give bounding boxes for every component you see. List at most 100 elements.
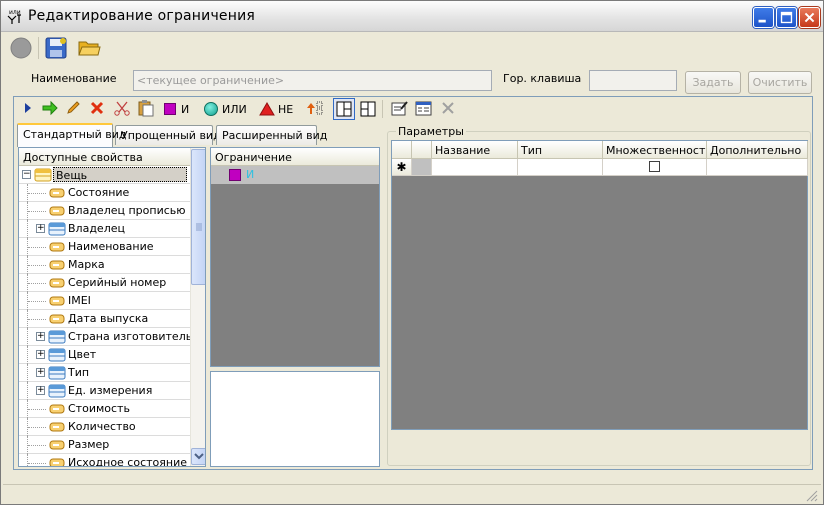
grip-icon: [196, 223, 202, 231]
tree-root-item[interactable]: − Вещь: [19, 166, 190, 184]
tree-item[interactable]: Владелец прописью: [19, 202, 190, 220]
toolbar-separator: [38, 37, 39, 59]
type-cell[interactable]: [518, 159, 603, 176]
move-up-icon[interactable]: [306, 100, 324, 117]
column-header-additional[interactable]: Дополнительно: [707, 141, 808, 159]
tree-item[interactable]: + Цвет: [19, 346, 190, 364]
record-icon[interactable]: [9, 36, 33, 60]
resize-grip-icon[interactable]: [805, 489, 818, 502]
split-vertical-icon[interactable]: [359, 100, 377, 118]
tree-item-label: Состояние: [68, 186, 130, 199]
expand-icon[interactable]: +: [36, 350, 45, 359]
tree-item[interactable]: Дата выпуска: [19, 310, 190, 328]
tab-label: Расширенный вид: [222, 129, 328, 142]
pencil-icon[interactable]: [65, 100, 81, 116]
field-icon: [49, 278, 65, 288]
tree-item-label: Марка: [68, 258, 105, 271]
clear-button[interactable]: Очистить: [748, 71, 812, 94]
edit-params-icon[interactable]: [391, 100, 409, 117]
expand-icon[interactable]: +: [36, 386, 45, 395]
title-bar: или Редактирование ограничения: [1, 1, 823, 32]
column-header-name[interactable]: Название: [432, 141, 518, 159]
tree-item[interactable]: Количество: [19, 418, 190, 436]
tree-item[interactable]: IMEI: [19, 292, 190, 310]
app-icon: или: [7, 9, 21, 24]
and-operator-button[interactable]: И: [164, 100, 189, 118]
tree-line: [27, 382, 28, 400]
constraint-tree[interactable]: Ограничение И: [210, 147, 380, 367]
properties-tree[interactable]: Доступные свойства − Вещь Состояние Владе…: [18, 147, 206, 467]
tab-extended-view[interactable]: Расширенный вид: [216, 125, 327, 145]
expand-icon[interactable]: +: [36, 224, 45, 233]
tree-item[interactable]: Серийный номер: [19, 274, 190, 292]
hotkey-label: Гор. клавиша: [503, 72, 582, 85]
cut-icon[interactable]: [113, 100, 131, 116]
tree-item[interactable]: Исходное состояние: [19, 454, 190, 466]
params-legend: Параметры: [396, 125, 466, 138]
collapse-icon[interactable]: −: [22, 170, 31, 179]
paste-icon[interactable]: [137, 99, 155, 117]
or-operator-button[interactable]: ИЛИ: [204, 100, 247, 118]
open-folder-icon[interactable]: [77, 36, 101, 60]
multiplicity-cell[interactable]: [603, 159, 707, 176]
name-label: Наименование: [31, 72, 117, 85]
tree-item[interactable]: Наименование: [19, 238, 190, 256]
tree-item[interactable]: + Тип: [19, 364, 190, 382]
multiplicity-checkbox[interactable]: [649, 161, 660, 172]
tab-simplified-view[interactable]: Упрощенный вид: [115, 125, 221, 145]
params-grid[interactable]: Название Тип Множественность Дополнитель…: [391, 140, 808, 430]
save-icon[interactable]: [44, 36, 68, 60]
tree-item[interactable]: Размер: [19, 436, 190, 454]
assign-button[interactable]: Задать: [685, 71, 741, 94]
tree-item-label: Владелец прописью: [68, 204, 186, 217]
tab-standard-view[interactable]: Стандартный вид: [17, 123, 127, 147]
remove-param-icon[interactable]: [440, 100, 456, 116]
tree-header: Доступные свойства: [19, 148, 190, 166]
or-label: ИЛИ: [222, 102, 247, 116]
tree-item[interactable]: Марка: [19, 256, 190, 274]
tree-line: [28, 409, 46, 410]
close-icon: [804, 12, 815, 23]
additional-cell[interactable]: [707, 159, 808, 176]
tree-item[interactable]: Стоимость: [19, 400, 190, 418]
form-view-icon[interactable]: [415, 100, 433, 117]
tree-line: [27, 346, 28, 364]
tree-item[interactable]: + Ед. измерения: [19, 382, 190, 400]
tree-line: [28, 283, 46, 284]
tree-item-label: Дата выпуска: [68, 312, 149, 325]
tree-scrollbar[interactable]: [190, 148, 205, 466]
close-button[interactable]: [799, 7, 820, 28]
expand-icon[interactable]: +: [36, 368, 45, 377]
name-cell[interactable]: [432, 159, 518, 176]
tree-line: [28, 319, 46, 320]
delete-icon[interactable]: [89, 100, 105, 116]
not-label: НЕ: [278, 102, 294, 116]
play-icon[interactable]: [21, 100, 35, 116]
hotkey-field[interactable]: [589, 70, 677, 91]
tree-line: [28, 427, 46, 428]
tree-line: [27, 454, 28, 466]
tree-item-label: Стоимость: [68, 402, 130, 415]
maximize-button[interactable]: [776, 7, 797, 28]
maximize-icon: [780, 11, 793, 24]
expand-icon[interactable]: +: [36, 332, 45, 341]
arrow-right-icon[interactable]: [41, 100, 59, 116]
tree-item[interactable]: + Страна изготовитель: [19, 328, 192, 346]
table-icon: [48, 366, 66, 380]
constraint-node[interactable]: И: [211, 166, 379, 184]
split-view-toggle[interactable]: [333, 98, 355, 120]
column-header-type[interactable]: Тип: [518, 141, 603, 159]
constraint-detail-pane[interactable]: [210, 371, 380, 467]
row-selector-cell[interactable]: [412, 159, 432, 176]
tree-item[interactable]: Состояние: [19, 184, 190, 202]
scroll-thumb[interactable]: [191, 149, 205, 285]
minimize-button[interactable]: [753, 7, 774, 28]
tree-root-label: Вещь: [53, 167, 187, 182]
name-field[interactable]: <текущее ограничение>: [133, 70, 492, 91]
column-header-multiplicity[interactable]: Множественность: [603, 141, 707, 159]
not-operator-button[interactable]: НЕ: [259, 100, 293, 118]
tree-item[interactable]: + Владелец: [19, 220, 190, 238]
scroll-down-button[interactable]: [191, 448, 205, 465]
field-icon: [49, 296, 65, 306]
tree-item-label: Тип: [68, 366, 90, 379]
